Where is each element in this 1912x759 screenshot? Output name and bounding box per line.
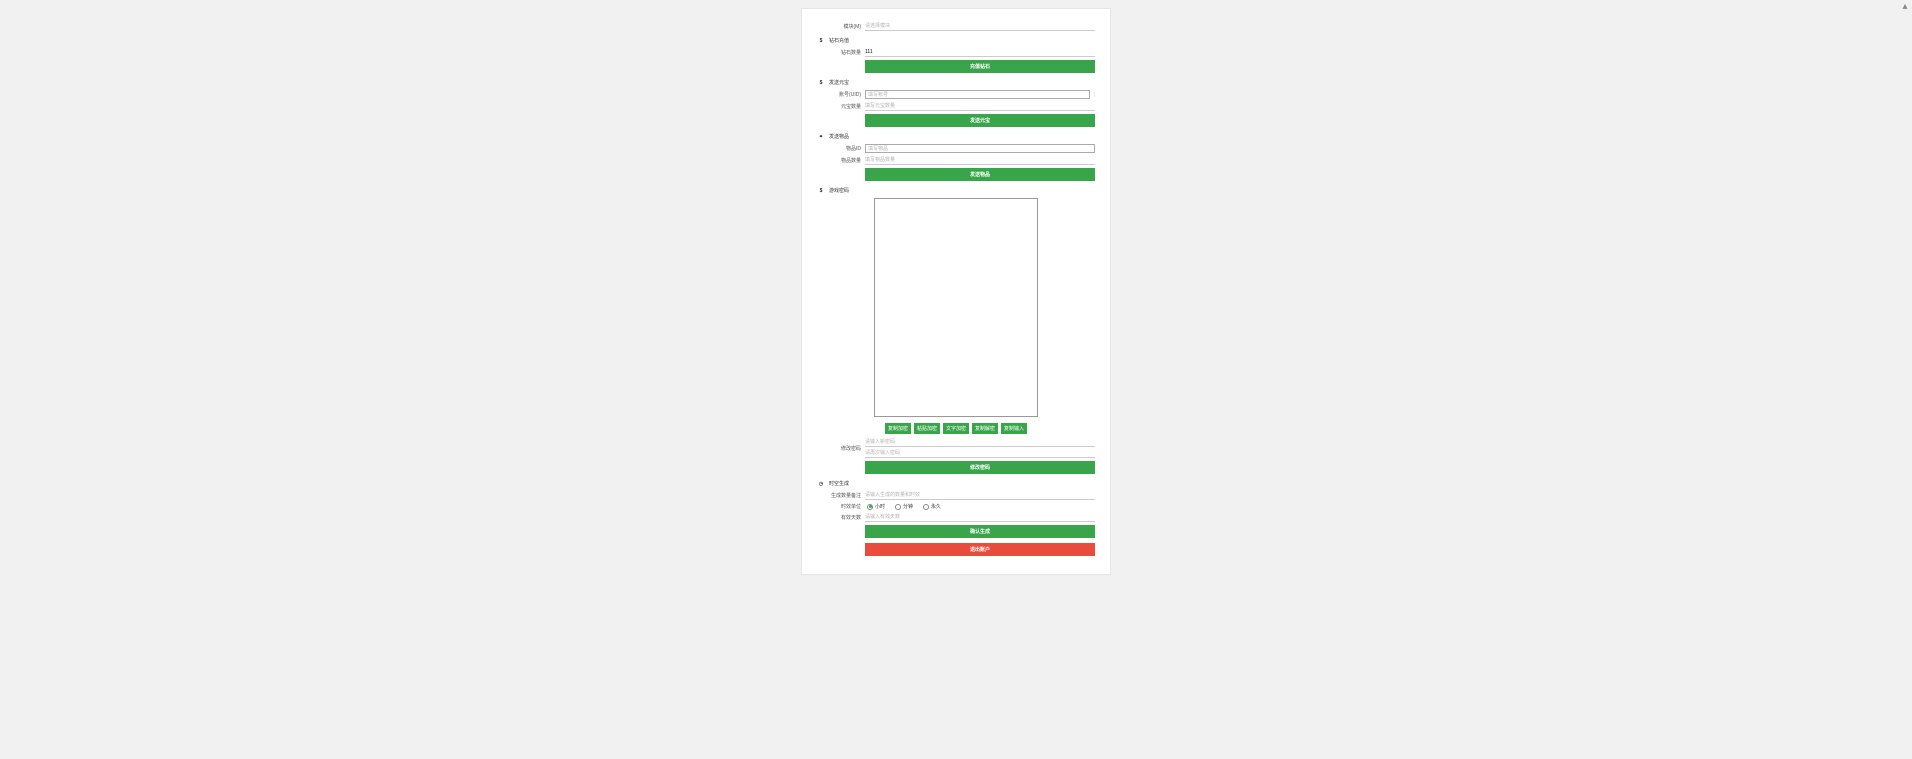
pwd-change-button[interactable]: 修改密码 [865, 461, 1095, 474]
section-item: ⚭ 发送物品 [817, 133, 1095, 140]
diamond-amount-label: 钻石数量 [817, 49, 865, 56]
module-row: 模块(M) [817, 22, 1095, 31]
section-clock: ◷ 时空生成 [817, 480, 1095, 487]
gold-amount-label: 元宝数量 [817, 103, 865, 110]
diamond-recharge-button[interactable]: 充值钻石 [865, 60, 1095, 73]
radio-minute[interactable]: 分钟 [895, 503, 913, 510]
section-gold-title: 发送元宝 [829, 79, 849, 86]
pwd-new-label: 修改密码 [817, 445, 865, 452]
mini-btn-2[interactable]: 文字加密 [943, 423, 969, 434]
clock-term-radios: 小时 分钟 永久 [867, 503, 1095, 510]
dollar-icon: $ [817, 38, 825, 44]
radio-minute-label: 分钟 [903, 503, 913, 510]
gold-send-button[interactable]: 发送元宝 [865, 114, 1095, 127]
section-item-title: 发送物品 [829, 133, 849, 140]
clock-remark-input[interactable] [865, 491, 1095, 500]
section-password-title: 游戏密码 [829, 187, 849, 194]
radio-hour[interactable]: 小时 [867, 503, 885, 510]
clock-icon: ◷ [817, 481, 825, 487]
item-id-label: 物品ID [817, 145, 865, 152]
clock-days-label: 有效天数 [817, 514, 865, 521]
section-diamond-title: 钻石充值 [829, 37, 849, 44]
gold-amount-input[interactable] [865, 102, 1095, 111]
link-icon: ⚭ [817, 134, 825, 140]
dollar-icon: $ [817, 188, 825, 194]
item-count-input[interactable] [865, 156, 1095, 165]
clock-term-label: 时效单位 [817, 503, 865, 510]
admin-form-panel: 模块(M) $ 钻石充值 钻石数量 充值钻石 $ 发送元宝 账号(UID) | … [801, 8, 1111, 575]
clock-days-input[interactable] [865, 513, 1095, 522]
item-id-input[interactable] [865, 144, 1095, 153]
section-clock-title: 时空生成 [829, 480, 849, 487]
mini-btn-4[interactable]: 复制输入 [1001, 423, 1027, 434]
section-password: $ 游戏密码 [817, 187, 1095, 194]
password-textarea[interactable] [874, 198, 1038, 417]
pwd-new-input[interactable] [865, 438, 1095, 447]
item-send-button[interactable]: 发送物品 [865, 168, 1095, 181]
section-diamond: $ 钻石充值 [817, 37, 1095, 44]
pwd-confirm-input[interactable] [865, 449, 1095, 458]
radio-forever-label: 永久 [931, 503, 941, 510]
clock-confirm-button[interactable]: 确认生成 [865, 525, 1095, 538]
mini-btn-1[interactable]: 粘贴加密 [914, 423, 940, 434]
radio-forever[interactable]: 永久 [923, 503, 941, 510]
mini-btn-0[interactable]: 复制加密 [885, 423, 911, 434]
gold-account-input[interactable] [865, 90, 1090, 99]
section-gold: $ 发送元宝 [817, 79, 1095, 86]
divider-icon: | [1094, 92, 1095, 98]
mini-btn-3[interactable]: 复制解密 [972, 423, 998, 434]
diamond-amount-input[interactable] [865, 48, 1095, 57]
item-count-label: 物品数量 [817, 157, 865, 164]
dollar-icon: $ [817, 80, 825, 86]
clock-remark-label: 生成数量备注 [817, 492, 865, 499]
scroll-up-indicator: ▴ [1898, 0, 1912, 14]
module-input[interactable] [865, 22, 1095, 31]
radio-hour-label: 小时 [875, 503, 885, 510]
logout-button[interactable]: 退出账户 [865, 543, 1095, 556]
module-label: 模块(M) [817, 23, 865, 30]
password-toolbar: 复制加密 粘贴加密 文字加密 复制解密 复制输入 [817, 423, 1095, 434]
gold-account-label: 账号(UID) [817, 91, 865, 98]
